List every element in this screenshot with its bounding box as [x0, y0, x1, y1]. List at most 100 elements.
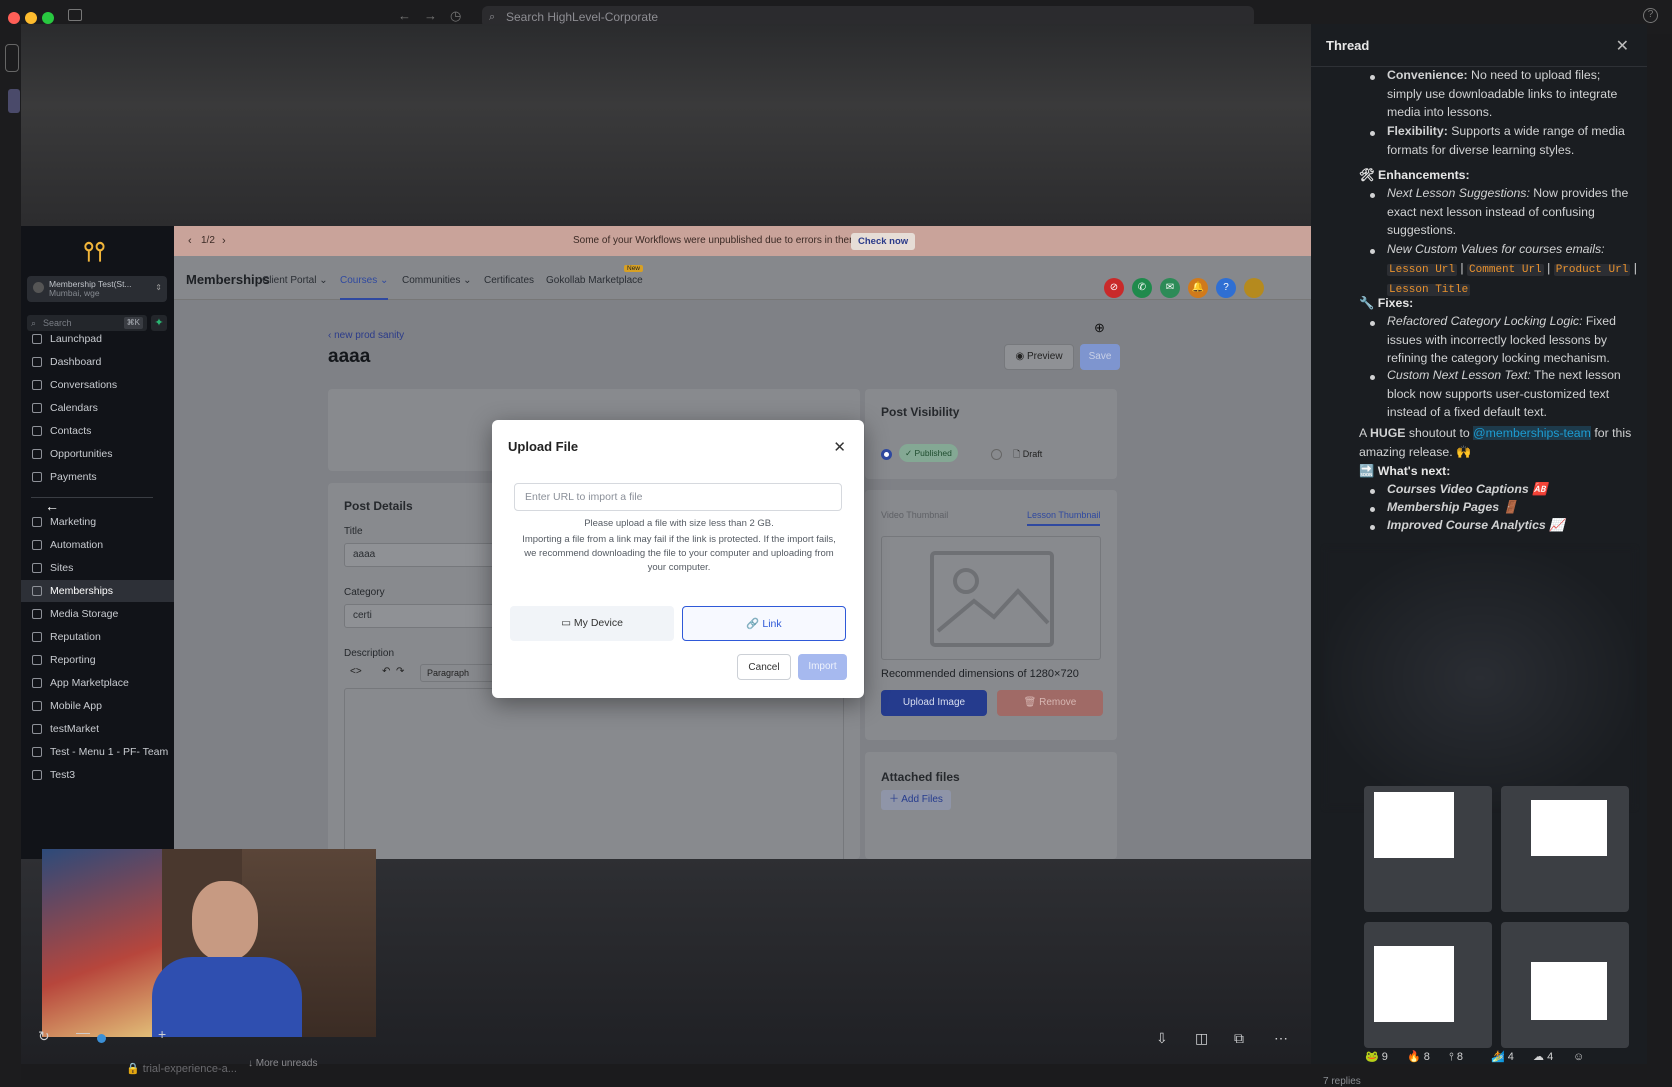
- more-icon[interactable]: ⋯: [1274, 1030, 1288, 1047]
- tab-client-portal[interactable]: Client Portal ⌄: [262, 275, 328, 286]
- tab-communities[interactable]: Communities ⌄: [402, 275, 472, 286]
- avatar[interactable]: [1244, 278, 1264, 298]
- collapse-arrow-icon[interactable]: ←: [45, 498, 59, 514]
- code-view-icon[interactable]: <>: [350, 666, 362, 677]
- sidebar-item-calendars[interactable]: Calendars: [21, 397, 174, 419]
- preview-button[interactable]: ◉ Preview: [1004, 344, 1074, 370]
- reaction-1[interactable]: 🐸 9: [1365, 1048, 1388, 1066]
- tab-courses[interactable]: Courses ⌄: [340, 275, 389, 300]
- download-icon[interactable]: ⇩: [1156, 1030, 1168, 1047]
- reaction-3[interactable]: ⫯ 8: [1449, 1048, 1463, 1066]
- draft-label: 🗋 Draft: [1013, 449, 1043, 459]
- sidebar-item-reputation[interactable]: Reputation: [21, 626, 174, 648]
- bell-icon[interactable]: 🔔: [1188, 278, 1208, 298]
- channel-name[interactable]: 🔒 trial-experience-a...: [126, 1062, 237, 1075]
- close-icon[interactable]: ✕: [833, 438, 846, 456]
- add-files-button[interactable]: ＋ Add Files: [881, 790, 951, 810]
- screenshot-thumbnail-1[interactable]: [1364, 786, 1492, 912]
- forward-arrow-icon[interactable]: →: [424, 8, 437, 23]
- help-circle-icon[interactable]: ?: [1216, 278, 1236, 298]
- import-help-text: Importing a file from a link may fail if…: [522, 534, 836, 573]
- minimize-window-icon[interactable]: [25, 12, 37, 24]
- reload-icon[interactable]: ↻: [38, 1028, 50, 1045]
- reaction-5[interactable]: ☁ 4: [1533, 1048, 1553, 1066]
- replies-count[interactable]: 7 replies: [1323, 1076, 1361, 1087]
- sidebar-item-launchpad[interactable]: Launchpad: [21, 328, 174, 350]
- sidebar-item-memberships[interactable]: Memberships: [21, 580, 174, 602]
- bullet: [1370, 131, 1375, 136]
- zoom-window-icon[interactable]: [42, 12, 54, 24]
- draft-radio[interactable]: [991, 449, 1002, 460]
- post-details-heading: Post Details: [344, 499, 413, 513]
- help-icon[interactable]: ?: [1643, 8, 1658, 23]
- sidebar-item-automation[interactable]: Automation: [21, 534, 174, 556]
- sidebar-item-payments[interactable]: Payments: [21, 466, 174, 488]
- account-switcher[interactable]: Membership Test(St... Mumbai, wge ⇕: [27, 276, 167, 302]
- sidebar-item-contacts[interactable]: Contacts: [21, 420, 174, 442]
- check-now-button[interactable]: Check now: [851, 233, 916, 250]
- wrench-icon: 🔧: [1359, 296, 1375, 310]
- tab-video-thumbnail[interactable]: Video Thumbnail: [881, 510, 948, 520]
- sidebar-item-opportunities[interactable]: Opportunities: [21, 443, 174, 465]
- sidebar-item-mobile-app[interactable]: Mobile App: [21, 695, 174, 717]
- screenshot-thumbnail-2[interactable]: [1501, 786, 1629, 912]
- sidebar-item-marketing[interactable]: Marketing: [21, 511, 174, 533]
- volume-slider[interactable]: [97, 1034, 106, 1043]
- chart-icon: 📈: [1549, 518, 1565, 532]
- save-button[interactable]: Save: [1080, 344, 1120, 370]
- sidebar-item-dashboard[interactable]: Dashboard: [21, 351, 174, 373]
- screenshot-thumbnail-3[interactable]: [1364, 922, 1492, 1048]
- upload-image-button[interactable]: Upload Image: [881, 690, 987, 716]
- phone-icon[interactable]: ✆: [1132, 278, 1152, 298]
- tab-marketplace[interactable]: Gokollab Marketplace: [546, 275, 643, 286]
- published-badge: ✓ Published: [899, 444, 958, 462]
- cancel-button[interactable]: Cancel: [737, 654, 791, 680]
- sidebar-item-app-marketplace[interactable]: App Marketplace: [21, 672, 174, 694]
- plus-icon[interactable]: +: [158, 1026, 166, 1042]
- description-editor[interactable]: [344, 688, 844, 859]
- sidebar-item-conversations[interactable]: Conversations: [21, 374, 174, 396]
- undo-icon[interactable]: ↶: [382, 666, 390, 677]
- bullet: [1370, 489, 1375, 494]
- remove-button[interactable]: 🗑 Remove: [997, 690, 1103, 716]
- sidebar-item-sites[interactable]: Sites: [21, 557, 174, 579]
- history-icon[interactable]: ◷: [450, 8, 461, 24]
- reaction-4[interactable]: 🏄 4: [1491, 1048, 1514, 1066]
- more-unreads-button[interactable]: ↓ More unreads: [248, 1058, 317, 1069]
- sidebar-toggle-icon[interactable]: [68, 9, 82, 21]
- next-lesson-text: Next Lesson Suggestions: Now provides th…: [1387, 186, 1629, 237]
- soon-icon: 🔜: [1359, 464, 1375, 478]
- screenshot-thumbnail-4[interactable]: [1501, 922, 1629, 1048]
- mention-link[interactable]: @memberships-team: [1473, 426, 1591, 440]
- import-button[interactable]: Import: [798, 654, 847, 680]
- sidebar-item-test-menu[interactable]: Test - Menu 1 - PF- Team: [21, 741, 174, 763]
- url-input[interactable]: Enter URL to import a file: [514, 483, 842, 511]
- link-tab[interactable]: 🔗 Link: [682, 606, 846, 641]
- published-radio[interactable]: [881, 449, 892, 460]
- redo-icon[interactable]: ↷: [396, 666, 404, 677]
- bullet: [1370, 193, 1375, 198]
- tab-certificates[interactable]: Certificates: [484, 275, 534, 286]
- popout-icon[interactable]: ⧉: [1234, 1030, 1244, 1047]
- sidebar-item-test3[interactable]: Test3: [21, 764, 174, 786]
- block-icon[interactable]: ⊘: [1104, 278, 1124, 298]
- chevron-right-icon[interactable]: ›: [222, 226, 226, 256]
- my-device-tab[interactable]: ▭ My Device: [510, 606, 674, 641]
- tab-lesson-thumbnail[interactable]: Lesson Thumbnail: [1027, 510, 1101, 526]
- workspace-icon-2[interactable]: [8, 89, 20, 113]
- breadcrumb[interactable]: ‹ new prod sanity: [328, 330, 404, 341]
- minus-icon[interactable]: —: [76, 1024, 90, 1040]
- sidebar-item-testmarket[interactable]: testMarket: [21, 718, 174, 740]
- add-reaction-icon[interactable]: ☺: [1573, 1048, 1584, 1066]
- chevron-left-icon[interactable]: ‹: [188, 226, 192, 256]
- sidebar-item-media-storage[interactable]: Media Storage: [21, 603, 174, 625]
- split-view-icon[interactable]: ◫: [1195, 1030, 1208, 1047]
- reaction-2[interactable]: 🔥 8: [1407, 1048, 1430, 1066]
- close-window-icon[interactable]: [8, 12, 20, 24]
- close-icon[interactable]: ✕: [1616, 36, 1629, 56]
- app-logo: ⫯⫯: [83, 236, 106, 266]
- workspace-icon[interactable]: [5, 44, 19, 72]
- back-arrow-icon[interactable]: ←: [398, 8, 411, 23]
- sidebar-item-reporting[interactable]: Reporting: [21, 649, 174, 671]
- megaphone-icon[interactable]: ✉: [1160, 278, 1180, 298]
